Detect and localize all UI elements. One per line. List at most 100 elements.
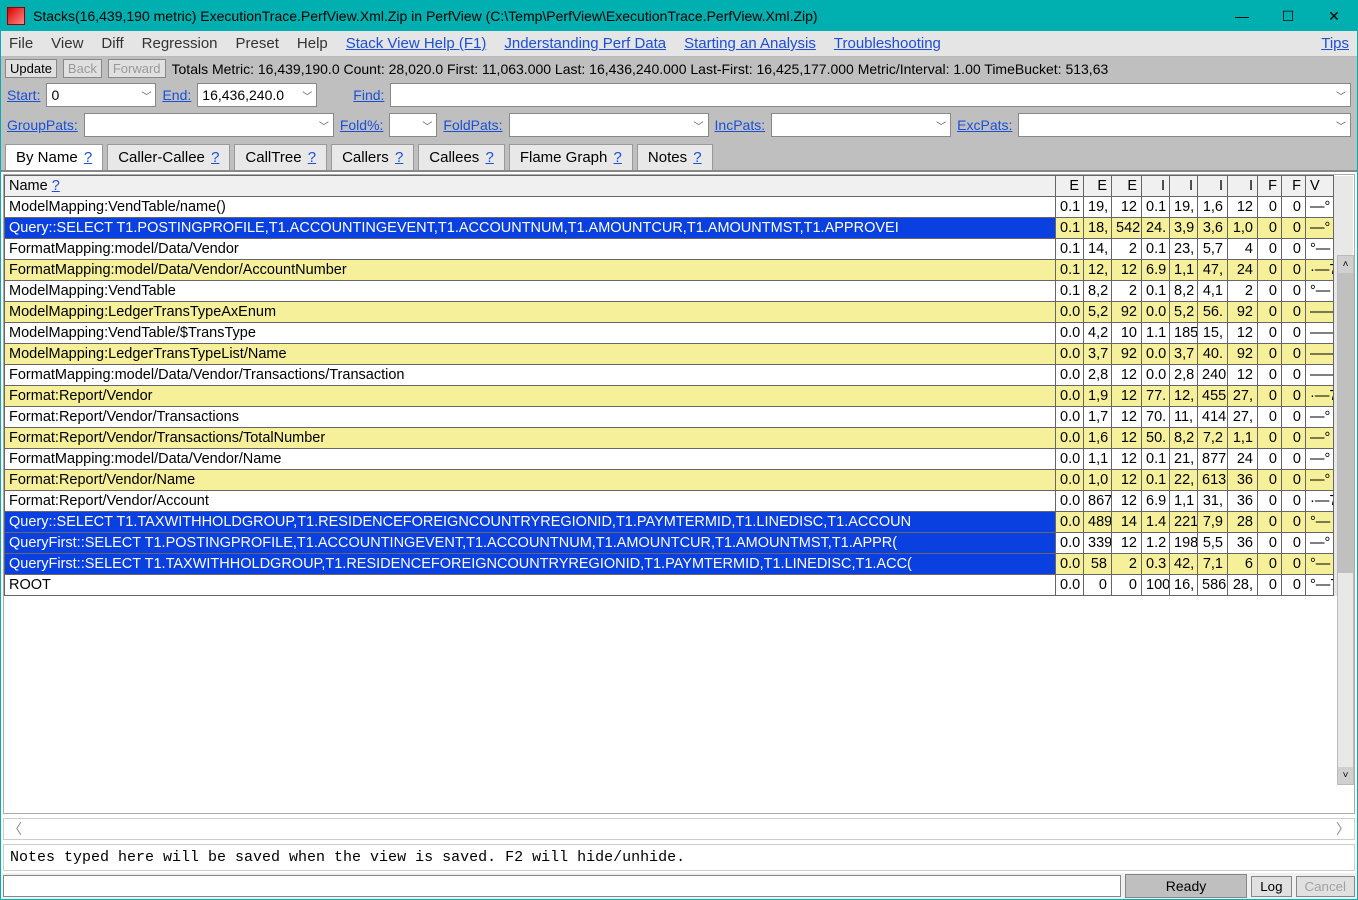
cell-value[interactable]: —— [1306,365,1334,386]
help-icon[interactable]: ? [308,149,316,166]
cell-value[interactable]: 12 [1228,365,1258,386]
cell-value[interactable]: 0.0 [1056,428,1084,449]
cell-value[interactable]: 47, [1198,260,1228,281]
cell-value[interactable]: 3,9 [1170,218,1198,239]
cell-value[interactable]: 2,8 [1170,365,1198,386]
cell-value[interactable]: 4,1 [1198,281,1228,302]
table-row[interactable]: ModelMapping:VendTable/name()0.119,120.1… [5,197,1354,218]
cell-value[interactable]: 240 [1198,365,1228,386]
cell-value[interactable]: 0 [1258,491,1282,512]
cell-value[interactable]: —° [1306,407,1334,428]
cell-value[interactable]: 0 [1258,470,1282,491]
col-v[interactable]: V [1306,176,1334,197]
incpats-label[interactable]: IncPats: [715,117,766,133]
cell-value[interactable]: 0 [1258,239,1282,260]
cell-name[interactable]: QueryFirst::SELECT T1.POSTINGPROFILE,T1.… [5,533,1056,554]
col-e2[interactable]: E [1084,176,1112,197]
cell-value[interactable]: 12 [1112,365,1142,386]
menu-file[interactable]: File [9,35,33,52]
cell-value[interactable]: 0.1 [1142,281,1170,302]
start-input[interactable]: 0﹀ [46,83,156,107]
cell-value[interactable]: 414 [1198,407,1228,428]
table-row[interactable]: ModelMapping:VendTable0.18,220.18,24,120… [5,281,1354,302]
cell-value[interactable]: 70. [1142,407,1170,428]
link-starting-analysis[interactable]: Starting an Analysis [684,35,816,52]
cell-name[interactable]: ModelMapping:LedgerTransTypeList/Name [5,344,1056,365]
cell-value[interactable]: 0 [1258,323,1282,344]
cell-value[interactable]: 0 [1258,428,1282,449]
link-stack-view-help[interactable]: Stack View Help (F1) [346,35,487,52]
cell-name[interactable]: ModelMapping:VendTable/name() [5,197,1056,218]
help-icon[interactable]: ? [693,149,701,166]
cell-value[interactable]: 0 [1282,512,1306,533]
cell-name[interactable]: FormatMapping:model/Data/Vendor/Transact… [5,365,1056,386]
cell-value[interactable]: 22, [1170,470,1198,491]
cell-value[interactable]: 36 [1228,491,1258,512]
tab-notes[interactable]: Notes ? [637,144,713,170]
cell-value[interactable]: 0.0 [1056,323,1084,344]
cell-value[interactable]: 0.0 [1142,302,1170,323]
cell-value[interactable]: 12 [1112,491,1142,512]
cell-value[interactable]: 3,7 [1084,344,1112,365]
help-icon[interactable]: ? [84,149,92,166]
cell-value[interactable]: 0 [1258,365,1282,386]
cell-value[interactable]: 2,8 [1084,365,1112,386]
cell-value[interactable]: 19, [1084,197,1112,218]
cell-value[interactable]: °— [1306,281,1334,302]
col-f1[interactable]: F [1258,176,1282,197]
cell-value[interactable]: —° [1306,449,1334,470]
tab-callers[interactable]: Callers ? [331,144,414,170]
cell-value[interactable]: 613 [1198,470,1228,491]
cell-value[interactable]: 877 [1198,449,1228,470]
cell-value[interactable]: 0.0 [1056,365,1084,386]
end-input[interactable]: 16,436,240.0﹀ [197,83,317,107]
cell-value[interactable]: 0.0 [1056,470,1084,491]
cell-value[interactable]: 8,2 [1170,281,1198,302]
table-row[interactable]: FormatMapping:model/Data/Vendor/AccountN… [5,260,1354,281]
scroll-right-icon[interactable]: 〉 [1336,819,1350,839]
cell-value[interactable]: 0 [1282,386,1306,407]
cell-value[interactable]: 0.0 [1056,386,1084,407]
cell-value[interactable]: 12 [1112,407,1142,428]
cell-value[interactable]: 1.2 [1142,533,1170,554]
cell-value[interactable]: 0.1 [1056,239,1084,260]
col-i4[interactable]: I [1228,176,1258,197]
table-row[interactable]: Query::SELECT T1.POSTINGPROFILE,T1.ACCOU… [5,218,1354,239]
cell-value[interactable]: 12 [1112,260,1142,281]
cell-value[interactable]: 1.1 [1142,323,1170,344]
cell-value[interactable]: 5,2 [1084,302,1112,323]
cell-name[interactable]: FormatMapping:model/Data/Vendor [5,239,1056,260]
cell-name[interactable]: Format:Report/Vendor [5,386,1056,407]
cell-name[interactable]: ROOT [5,575,1056,596]
menu-view[interactable]: View [51,35,83,52]
link-understanding-perf-data[interactable]: Jnderstanding Perf Data [504,35,666,52]
table-row[interactable]: Format:Report/Vendor/Account0.0867126.91… [5,491,1354,512]
cell-value[interactable]: 0.0 [1056,491,1084,512]
notes-field[interactable]: Notes typed here will be saved when the … [3,844,1355,871]
forward-button[interactable]: Forward [108,59,166,78]
cell-name[interactable]: ModelMapping:VendTable/$TransType [5,323,1056,344]
cell-value[interactable]: 1,6 [1084,428,1112,449]
cell-value[interactable]: 0 [1282,281,1306,302]
cell-value[interactable]: 0 [1282,575,1306,596]
cell-value[interactable]: 0 [1258,512,1282,533]
cell-value[interactable]: 0 [1282,470,1306,491]
cell-value[interactable]: 0.0 [1056,533,1084,554]
cell-value[interactable]: 12 [1112,533,1142,554]
table-row[interactable]: ROOT0.00010016,58628,00°—7 [5,575,1354,596]
cell-value[interactable]: 0 [1282,428,1306,449]
cell-value[interactable]: 3,7 [1170,344,1198,365]
cell-value[interactable]: 2 [1112,554,1142,575]
col-i2[interactable]: I [1170,176,1198,197]
cell-value[interactable]: 11, [1170,407,1198,428]
cell-value[interactable]: 56. [1198,302,1228,323]
cell-value[interactable]: 0.0 [1142,365,1170,386]
cell-value[interactable]: 92 [1112,302,1142,323]
cell-value[interactable]: 15, [1198,323,1228,344]
col-i3[interactable]: I [1198,176,1228,197]
find-label[interactable]: Find: [353,87,384,103]
cell-value[interactable]: 542 [1112,218,1142,239]
cell-value[interactable]: 7,9 [1198,512,1228,533]
cell-value[interactable]: 92 [1228,344,1258,365]
cell-name[interactable]: Format:Report/Vendor/Account [5,491,1056,512]
